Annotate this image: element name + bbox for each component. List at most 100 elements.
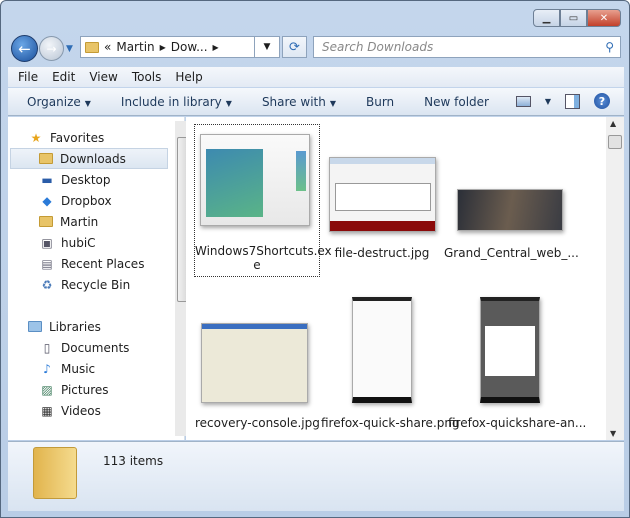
file-name: file-destruct.jpg <box>334 246 430 260</box>
share-label: Share with <box>261 94 326 109</box>
menu-bar: File Edit View Tools Help <box>8 67 624 87</box>
file-thumbnail[interactable] <box>480 297 540 403</box>
nav-label: Desktop <box>61 172 111 187</box>
nav-label: Dropbox <box>61 193 112 208</box>
change-view-icon[interactable] <box>515 95 531 107</box>
preview-pane-icon[interactable] <box>565 93 580 109</box>
nav-label: Pictures <box>61 382 109 397</box>
organize-button[interactable]: Organize ▼ <box>27 95 91 109</box>
caret-down-icon: ▼ <box>225 98 232 108</box>
nav-music[interactable]: ♪ Music <box>39 358 95 379</box>
file-name: firefox-quick-share.png <box>321 416 460 430</box>
nav-label: Recycle Bin <box>61 277 131 292</box>
star-icon: ★ <box>30 130 42 145</box>
favorites-label: Favorites <box>50 130 105 145</box>
file-name: recovery-console.jpg <box>195 416 320 430</box>
folder-icon <box>33 447 77 499</box>
explorer-window: ▁ ▭ ✕ ← → ▼ « Martin ▶ Dow... ▶ ▼ ⟳ Sear… <box>0 0 630 518</box>
scroll-thumb[interactable] <box>608 135 622 149</box>
view-dropdown-icon[interactable]: ▼ <box>545 97 551 106</box>
nav-videos[interactable]: ▦ Videos <box>39 400 101 421</box>
recent-places-icon: ▤ <box>41 256 53 271</box>
help-icon[interactable]: ? <box>594 93 610 109</box>
folder-icon <box>39 153 53 164</box>
recent-pages-dropdown[interactable]: ▼ <box>66 44 73 54</box>
nav-libraries[interactable]: Libraries <box>28 316 101 337</box>
music-icon: ♪ <box>43 361 51 376</box>
breadcrumb-martin[interactable]: Martin <box>116 40 154 54</box>
libraries-label: Libraries <box>49 319 101 334</box>
address-bar[interactable]: « Martin ▶ Dow... ▶ <box>80 36 255 58</box>
navigation-pane: ★ Favorites Downloads ▬ Desktop ◆ Dropbox M… <box>8 117 191 440</box>
organize-label: Organize <box>27 94 81 109</box>
folder-icon <box>39 216 53 227</box>
hubic-icon: ▣ <box>41 235 53 250</box>
nav-label: Documents <box>61 340 130 355</box>
menu-file[interactable]: File <box>18 70 38 84</box>
nav-recycle-bin[interactable]: ♻ Recycle Bin <box>39 274 131 295</box>
details-pane: 113 items <box>8 441 624 511</box>
item-count: 113 items <box>103 454 164 468</box>
include-label: Include in library <box>120 94 222 109</box>
nav-label: Videos <box>61 403 101 418</box>
search-icon[interactable]: ⚲ <box>605 40 614 54</box>
recycle-bin-icon: ♻ <box>41 277 53 292</box>
forward-button[interactable]: → <box>39 36 64 61</box>
file-name: Grand_Central_web_... <box>444 246 579 260</box>
chevron-right-icon[interactable]: ▶ <box>213 43 219 52</box>
breadcrumb-overflow[interactable]: « <box>104 40 111 54</box>
command-bar: Organize ▼ Include in library ▼ Share with… <box>8 88 624 116</box>
back-button[interactable]: ← <box>11 35 38 62</box>
dropbox-icon: ◆ <box>42 193 52 208</box>
scroll-up-icon[interactable]: ▲ <box>610 119 616 128</box>
content-scrollbar[interactable]: ▲ ▼ <box>606 117 624 440</box>
menu-view[interactable]: View <box>89 70 117 84</box>
search-input[interactable]: Search Downloads ⚲ <box>313 36 621 58</box>
menu-tools[interactable]: Tools <box>132 70 162 84</box>
minimize-button[interactable]: ▁ <box>533 9 560 27</box>
search-placeholder: Search Downloads <box>322 40 434 54</box>
refresh-button[interactable]: ⟳ <box>282 36 307 58</box>
nav-label: hubiC <box>61 235 96 250</box>
file-thumbnail[interactable] <box>457 189 563 231</box>
close-button[interactable]: ✕ <box>587 9 621 27</box>
caret-down-icon: ▼ <box>329 98 336 108</box>
file-thumbnail[interactable] <box>352 297 412 403</box>
maximize-button[interactable]: ▭ <box>560 9 587 27</box>
videos-icon: ▦ <box>41 403 53 418</box>
window-controls: ▁ ▭ ✕ <box>533 9 621 27</box>
nav-recent-places[interactable]: ▤ Recent Places <box>39 253 144 274</box>
pictures-icon: ▨ <box>41 382 53 397</box>
folder-icon <box>85 41 99 53</box>
file-list: Windows7Shortcuts.ex e file-destruct.jpg … <box>186 117 624 440</box>
burn-button[interactable]: Burn <box>366 95 394 109</box>
breadcrumb-downloads[interactable]: Dow... <box>171 40 208 54</box>
new-folder-button[interactable]: New folder <box>424 95 489 109</box>
file-name-line: Windows7Shortcuts.ex <box>195 244 332 258</box>
file-name-line: e <box>253 258 261 272</box>
nav-dropbox[interactable]: ◆ Dropbox <box>39 190 112 211</box>
file-thumbnail[interactable] <box>329 157 436 232</box>
nav-documents[interactable]: ▯ Documents <box>39 337 130 358</box>
menu-help[interactable]: Help <box>175 70 202 84</box>
address-dropdown[interactable]: ▼ <box>255 36 280 58</box>
nav-favorites[interactable]: ★ Favorites <box>28 127 105 148</box>
menu-edit[interactable]: Edit <box>52 70 75 84</box>
nav-desktop[interactable]: ▬ Desktop <box>39 169 111 190</box>
share-with-button[interactable]: Share with ▼ <box>262 95 336 109</box>
nav-label: Downloads <box>60 151 126 166</box>
file-thumbnail[interactable] <box>200 134 310 226</box>
file-name: firefox-quickshare-an... <box>448 416 587 430</box>
scroll-down-icon[interactable]: ▼ <box>610 429 616 438</box>
nav-label: Recent Places <box>61 256 145 271</box>
file-thumbnail[interactable] <box>201 323 308 403</box>
chevron-right-icon[interactable]: ▶ <box>160 43 166 52</box>
nav-label: Music <box>61 361 96 376</box>
nav-hubic[interactable]: ▣ hubiC <box>39 232 96 253</box>
documents-icon: ▯ <box>43 340 51 355</box>
include-in-library-button[interactable]: Include in library ▼ <box>121 95 232 109</box>
nav-downloads[interactable]: Downloads <box>10 148 168 169</box>
nav-martin[interactable]: Martin <box>39 211 98 232</box>
file-name: Windows7Shortcuts.ex e <box>195 244 332 272</box>
nav-pictures[interactable]: ▨ Pictures <box>39 379 109 400</box>
